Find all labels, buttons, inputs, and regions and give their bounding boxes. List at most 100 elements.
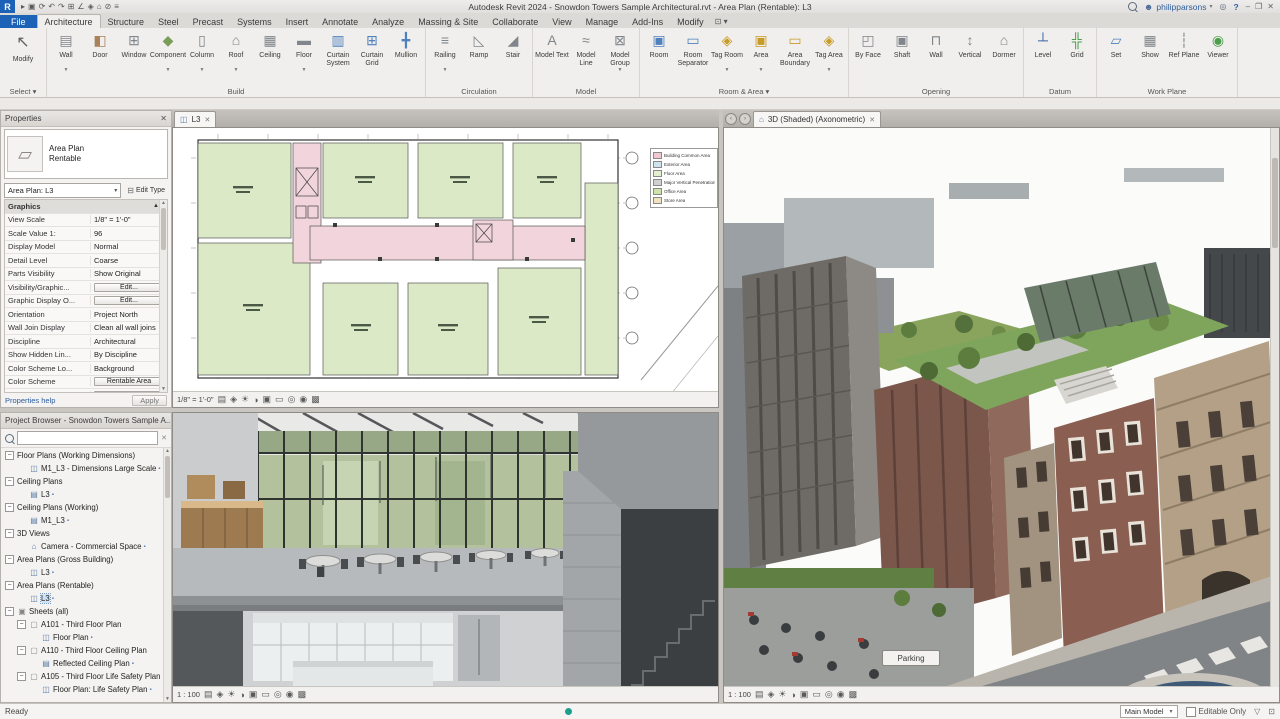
window-button[interactable]: ⊞ Window — [117, 29, 151, 68]
by-face-button[interactable]: ◰ By Face — [851, 29, 885, 68]
shadows-icon[interactable]: ◑ — [253, 395, 258, 405]
close-icon[interactable]: ✕ — [160, 114, 167, 123]
tree-item-l3[interactable]: ▤ L3 ▪ — [1, 488, 171, 501]
help-icon[interactable]: ? — [1233, 2, 1238, 12]
save-icon[interactable]: ▣ — [28, 0, 36, 13]
reveal-hidden-icon[interactable]: ◉ — [299, 394, 307, 405]
tree-item-camera-commercial-space[interactable]: ⌂ Camera - Commercial Space ▪ — [1, 540, 171, 553]
show-workplane-button[interactable]: ▦ Show — [1133, 29, 1167, 68]
sun-path-icon[interactable]: ☀ — [227, 689, 235, 700]
tag-room-button[interactable]: ◈ Tag Room ▼ — [710, 29, 744, 73]
property-edit-button[interactable]: Edit... — [94, 296, 164, 306]
property-value[interactable]: Normal — [91, 242, 167, 251]
temporary-view-icon[interactable]: ▩ — [298, 689, 307, 700]
wall-opening-button[interactable]: ⊓ Wall — [919, 29, 953, 68]
temporary-hide-icon[interactable]: ◎ — [825, 689, 833, 700]
ribbon-tab-systems[interactable]: Systems — [230, 15, 279, 28]
roof-button[interactable]: ⌂ Roof ▼ — [219, 29, 253, 73]
vertical-scrollbar[interactable] — [1270, 128, 1279, 687]
scroll-up-icon[interactable]: ▲ — [164, 448, 171, 454]
property-value[interactable]: Edit... — [91, 390, 167, 392]
temporary-hide-icon[interactable]: ◎ — [274, 689, 282, 700]
set-workplane-button[interactable]: ▱ Set — [1099, 29, 1133, 68]
ribbon-tab-annotate[interactable]: Annotate — [315, 15, 365, 28]
tree-item-3d-views[interactable]: −3D Views — [1, 527, 171, 540]
minimize-icon[interactable]: – — [1246, 2, 1250, 11]
undo-icon[interactable]: ↶ — [48, 0, 55, 13]
editable-only-checkbox[interactable]: Editable Only — [1185, 706, 1246, 717]
scrollbar-thumb[interactable] — [161, 208, 166, 250]
panel-label[interactable]: Work Plane — [1097, 86, 1237, 97]
notification-icon[interactable]: ◎ — [1219, 2, 1226, 11]
tree-expander-icon[interactable]: − — [17, 672, 26, 681]
property-edit-button[interactable]: Rentable Area — [94, 377, 164, 387]
tree-item-m1-l3-dimensions-large-scale[interactable]: ◫ M1_L3 - Dimensions Large Scale ▪ — [1, 462, 171, 475]
property-edit-button[interactable]: Edit... — [94, 390, 164, 392]
tree-item-floor-plan-life-safety-plan[interactable]: ◫ Floor Plan: Life Safety Plan ▪ — [1, 683, 171, 696]
default-3d-view-icon[interactable]: ⌂ — [97, 0, 102, 13]
scroll-down-icon[interactable]: ▼ — [160, 386, 167, 392]
select-toggle-icon[interactable]: ⊡ — [1268, 707, 1275, 716]
ribbon-tab-manage[interactable]: Manage — [579, 15, 626, 28]
tree-item-reflected-ceiling-plan[interactable]: ▤ Reflected Ceiling Plan ▪ — [1, 657, 171, 670]
ribbon-tab-structure[interactable]: Structure — [101, 15, 152, 28]
ribbon-tab-view[interactable]: View — [545, 15, 578, 28]
ribbon-tab-precast[interactable]: Precast — [186, 15, 231, 28]
room-separator-button[interactable]: ▭ Room Separator — [676, 29, 710, 68]
ramp-button[interactable]: ◺ Ramp — [462, 29, 496, 68]
scroll-up-icon[interactable]: ▲ — [160, 200, 167, 206]
close-icon[interactable]: ✕ — [1267, 2, 1274, 11]
area-boundary-button[interactable]: ▭ Area Boundary — [778, 29, 812, 68]
temporary-view-icon[interactable]: ▩ — [311, 394, 320, 405]
tree-expander-icon[interactable]: − — [17, 620, 26, 629]
visual-style-icon[interactable]: ◈ — [216, 689, 223, 700]
property-value[interactable]: Clean all wall joins — [91, 323, 167, 332]
room-button[interactable]: ▣ Room — [642, 29, 676, 68]
redo-icon[interactable]: ↷ — [58, 0, 65, 13]
property-value[interactable]: Edit... — [91, 296, 167, 306]
mullion-button[interactable]: ╋ Mullion — [389, 29, 423, 68]
component-button[interactable]: ◆ Component ▼ — [150, 29, 186, 73]
model-line-button[interactable]: ≈ Model Line — [569, 29, 603, 68]
tree-expander-icon[interactable]: − — [5, 607, 14, 616]
print-icon[interactable]: ⊞ — [68, 0, 75, 13]
modify-button[interactable]: ↖ Modify — [2, 29, 44, 72]
model-group-button[interactable]: ⊠ Model Group ▼ — [603, 29, 637, 73]
panel-label[interactable]: Circulation — [426, 86, 532, 97]
floor-plan-viewport[interactable]: Building Common Area Exterior Area Floor A… — [172, 127, 719, 408]
property-value[interactable]: Architectural — [91, 337, 167, 346]
apply-button[interactable]: Apply — [132, 394, 167, 406]
property-value[interactable]: Coarse — [91, 256, 167, 265]
curtain-grid-button[interactable]: ⊞ Curtain Grid — [355, 29, 389, 68]
detail-level-icon[interactable]: ▤ — [755, 689, 764, 700]
tree-item-floor-plan[interactable]: ◫ Floor Plan ▪ — [1, 631, 171, 644]
clear-search-icon[interactable]: ✕ — [161, 434, 167, 442]
ribbon-tab-architecture[interactable]: Architecture — [36, 14, 101, 28]
wall-button[interactable]: ▤ Wall ▼ — [49, 29, 83, 73]
crop-region-icon[interactable]: ▭ — [812, 689, 821, 700]
view-tab-3d[interactable]: ⌂ 3D (Shaded) (Axonometric) ✕ — [753, 111, 882, 127]
shadows-icon[interactable]: ◑ — [790, 690, 795, 700]
panel-label[interactable]: Model — [533, 86, 639, 97]
visual-style-icon[interactable]: ◈ — [230, 394, 237, 405]
tree-item-ceiling-plans[interactable]: − Ceiling Plans — [1, 475, 171, 488]
tree-item-l3[interactable]: ◫ L3 ▪ — [1, 592, 171, 605]
ribbon-display-toggle[interactable]: ⊡ ▾ — [715, 17, 728, 28]
panel-label[interactable]: Datum — [1024, 86, 1096, 97]
tree-item-l3[interactable]: ◫ L3 ▪ — [1, 566, 171, 579]
property-edit-button[interactable]: Edit... — [94, 282, 164, 292]
tree-item-area-plans-gross-building-[interactable]: − Area Plans (Gross Building) — [1, 553, 171, 566]
level-button[interactable]: ┴ Level — [1026, 29, 1060, 68]
detail-level-icon[interactable]: ▤ — [218, 394, 227, 405]
railing-button[interactable]: ≡ Railing ▼ — [428, 29, 462, 73]
temporary-hide-icon[interactable]: ◎ — [288, 394, 296, 405]
close-tab-icon[interactable]: ✕ — [869, 116, 875, 124]
instance-selector[interactable]: Area Plan: L3 ▾ — [4, 182, 122, 198]
tree-expander-icon[interactable]: − — [5, 503, 14, 512]
door-button[interactable]: ◧ Door — [83, 29, 117, 68]
exterior-3d-viewport[interactable]: Parking 1 : 100 ▤ ◈ ☀ ◑ ▣ ▭ ◎ ◉ ▩ — [723, 127, 1280, 703]
tree-item-ceiling-plans-working-[interactable]: − Ceiling Plans (Working) — [1, 501, 171, 514]
crop-view-icon[interactable]: ▣ — [263, 394, 272, 405]
ribbon-tab-steel[interactable]: Steel — [151, 15, 186, 28]
tree-expander-icon[interactable]: − — [5, 555, 14, 564]
